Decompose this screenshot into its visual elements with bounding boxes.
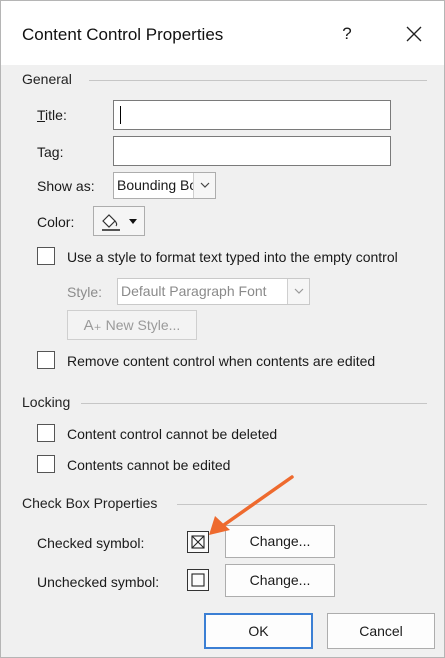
remove-when-edited-label: Remove content control when contents are… xyxy=(67,353,376,369)
checked-symbol-label: Checked symbol: xyxy=(37,535,145,551)
title-label: Title: xyxy=(37,107,67,123)
tag-label: Tag: xyxy=(37,144,63,160)
tag-input[interactable] xyxy=(113,136,391,166)
checkbox-props-section-label: Check Box Properties xyxy=(22,495,158,511)
unchecked-symbol-preview xyxy=(187,569,209,591)
title-input[interactable] xyxy=(113,100,391,130)
style-label: Style: xyxy=(67,284,103,300)
new-style-label: New Style... xyxy=(105,317,181,333)
cannot-delete-label: Content control cannot be deleted xyxy=(67,426,278,442)
general-section-label: General xyxy=(22,71,72,87)
locking-divider xyxy=(81,403,427,404)
unchecked-symbol-label: Unchecked symbol: xyxy=(37,574,160,590)
chevron-down-icon xyxy=(287,279,309,304)
text-caret xyxy=(120,106,121,124)
locking-section-label: Locking xyxy=(22,394,71,410)
empty-box-symbol-icon xyxy=(191,573,205,587)
cannot-edit-checkbox[interactable] xyxy=(37,455,55,473)
dialog-title: Content Control Properties xyxy=(22,25,224,44)
remove-when-edited-checkbox[interactable] xyxy=(37,351,55,369)
use-style-checkbox[interactable] xyxy=(37,247,55,265)
show-as-label: Show as: xyxy=(37,178,95,194)
style-value: Default Paragraph Font xyxy=(121,283,267,299)
new-style-icon: A₊ xyxy=(83,317,102,334)
color-label: Color: xyxy=(37,214,75,230)
content-control-properties-dialog: Content Control Properties ? General Tit… xyxy=(0,0,445,658)
style-select[interactable]: Default Paragraph Font xyxy=(117,278,310,305)
use-style-label: Use a style to format text typed into th… xyxy=(67,249,398,265)
chevron-down-icon xyxy=(193,173,215,198)
general-divider xyxy=(89,80,427,81)
cannot-delete-checkbox[interactable] xyxy=(37,424,55,442)
close-button[interactable] xyxy=(399,19,429,49)
tag-label-text: Tag: xyxy=(37,144,64,160)
color-picker-button[interactable] xyxy=(93,206,145,236)
close-icon xyxy=(406,26,422,42)
new-style-button[interactable]: A₊ New Style... xyxy=(67,310,197,340)
unchecked-symbol-change-button[interactable]: Change... xyxy=(225,564,335,597)
title-bar: Content Control Properties ? xyxy=(1,1,444,65)
annotation-arrow-icon xyxy=(209,475,294,535)
show-as-value: Bounding Box xyxy=(117,177,205,193)
help-button[interactable]: ? xyxy=(335,19,359,49)
title-label-text: itle: xyxy=(45,107,67,123)
show-as-select[interactable]: Bounding Box xyxy=(113,172,216,199)
ok-button[interactable]: OK xyxy=(204,613,313,649)
paint-bucket-icon xyxy=(102,214,137,231)
cancel-button[interactable]: Cancel xyxy=(327,613,435,649)
